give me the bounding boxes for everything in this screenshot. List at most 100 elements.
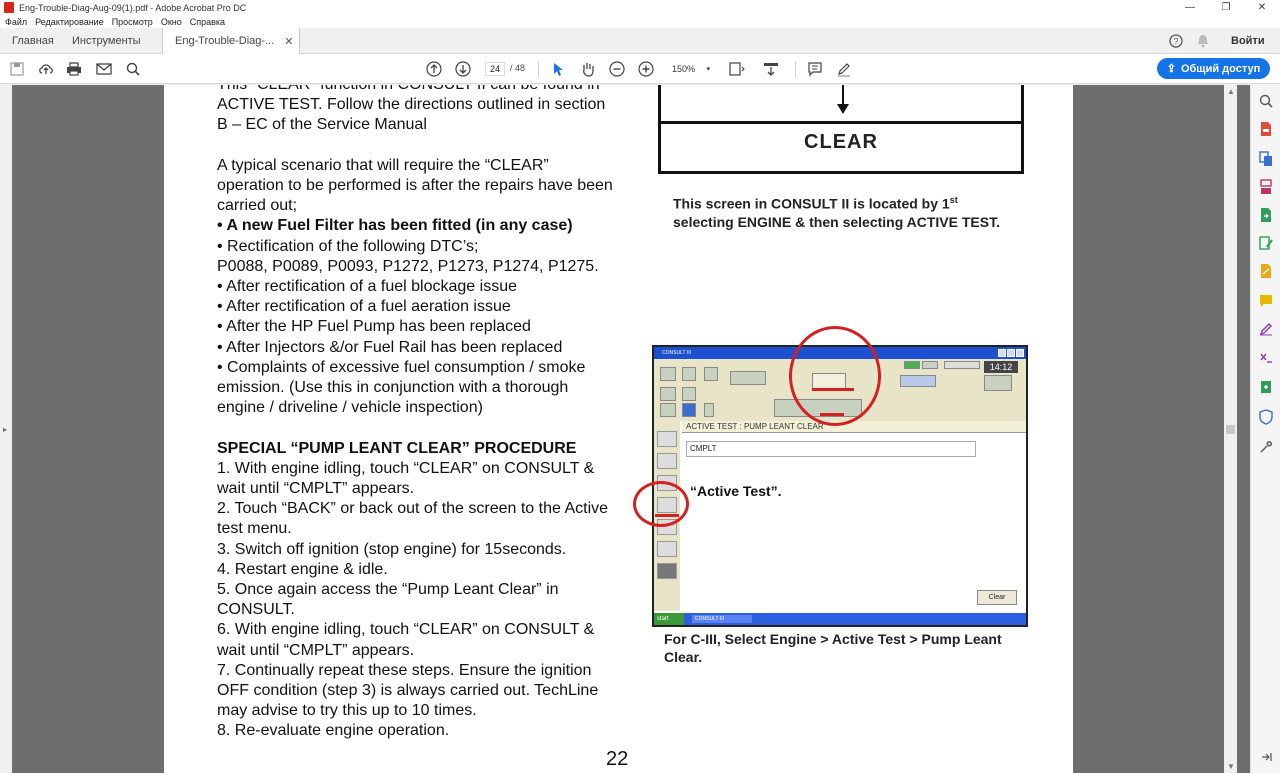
scroll-up-icon[interactable]: ▲ [1227, 87, 1235, 96]
search-icon[interactable] [124, 60, 142, 78]
text-line: P0088, P0089, P0093, P1272, P1273, P1274… [217, 257, 599, 275]
text-line: 6. With engine idling, touch “CLEAR” on … [217, 621, 595, 639]
redact-icon[interactable] [1258, 349, 1274, 365]
select-cursor-icon[interactable] [549, 60, 567, 78]
menu-window[interactable]: Окно [161, 17, 182, 27]
tab-document[interactable]: Eng-Trouble-Diag-... ✕ [162, 28, 301, 54]
comment-icon[interactable] [806, 60, 824, 78]
protect-shield-icon[interactable] [1258, 409, 1274, 425]
diagram-arrow-head [837, 104, 849, 114]
window-controls: — ❐ ✕ [1172, 0, 1280, 15]
organize-pages-icon[interactable] [1258, 179, 1274, 195]
pdf-page: This “CLEAR” function in CONSULT II can … [164, 85, 1073, 773]
next-page-icon[interactable] [454, 60, 472, 78]
text-line: 1. With engine idling, touch “CLEAR” on … [217, 459, 595, 477]
caption-consult-ii: This screen in CONSULT II is located by … [673, 191, 1003, 231]
highlight-circle-top [789, 326, 881, 426]
tab-document-label: Eng-Trouble-Diag-... [175, 35, 275, 47]
optimize-pdf-icon[interactable] [1258, 379, 1274, 395]
sign-pen-icon[interactable] [1258, 321, 1274, 337]
diagram-divider [661, 121, 1021, 124]
page-total: / 48 [510, 63, 526, 73]
text-line: • After rectification of a fuel aeration… [217, 298, 511, 316]
edit-pdf-icon[interactable] [1258, 235, 1274, 251]
expand-left-panel-icon[interactable]: ▸ [3, 425, 7, 434]
maximize-button[interactable]: ❐ [1208, 0, 1244, 15]
zoom-level-select[interactable]: 150% ▾ [664, 62, 712, 76]
minimize-button[interactable]: — [1172, 0, 1208, 15]
help-icon [682, 387, 696, 401]
sign-in-link[interactable]: Войти [1231, 28, 1265, 54]
tab-close-icon[interactable]: ✕ [284, 35, 293, 48]
highlight-pen-icon[interactable] [835, 60, 853, 78]
diagram-arrow-line [842, 85, 844, 106]
comment-tool-icon[interactable] [1258, 293, 1274, 309]
zoom-in-icon[interactable] [637, 60, 655, 78]
page-number: 22 [606, 748, 629, 770]
status-green-icon [904, 361, 920, 369]
taskbar-task: CONSULT III [692, 615, 752, 623]
battery-icon [704, 403, 714, 417]
status-grey-icon [922, 361, 938, 369]
menu-edit[interactable]: Редактирование [35, 17, 104, 27]
caption-consult-ii-b: selecting ENGINE & then selecting ACTIVE… [673, 213, 1000, 230]
combine-files-icon[interactable] [1258, 151, 1274, 167]
zoom-out-icon[interactable] [608, 60, 626, 78]
scroll-down-icon[interactable]: ▼ [1227, 762, 1235, 771]
forward-arrow-icon [704, 367, 718, 381]
sidebar-button [657, 563, 677, 579]
print-icon[interactable] [65, 60, 83, 78]
text-line: • After rectification of a fuel blockage… [217, 278, 517, 296]
text-line: This “CLEAR” function in CONSULT II can … [217, 85, 637, 95]
more-tools-icon[interactable] [1258, 439, 1274, 455]
menu-help[interactable]: Справка [190, 17, 225, 27]
left-panel-toggle[interactable]: ▸ [0, 85, 12, 773]
scroll-mode-icon[interactable] [762, 60, 780, 78]
page-number-input[interactable]: 24 [485, 62, 505, 76]
active-test-banner: ACTIVE TEST : PUMP LEANT CLEAR [682, 421, 1026, 433]
collapse-panel-icon[interactable] [1258, 749, 1274, 765]
upload-cloud-icon[interactable] [37, 60, 55, 78]
sidebar-button [657, 541, 677, 557]
text-line: may advise to try this up to 10 times. [217, 702, 477, 720]
close-window-button[interactable]: ✕ [1244, 0, 1280, 15]
email-icon[interactable] [95, 60, 113, 78]
scrollbar-thumb[interactable] [1226, 425, 1235, 434]
caption-consult-ii-a: This screen in CONSULT II is located by … [673, 195, 950, 212]
hand-tool-icon[interactable] [579, 60, 597, 78]
text-line: engine / driveline / vehicle inspection) [217, 399, 483, 417]
save-icon[interactable] [8, 60, 26, 78]
menu-bar: Файл Редактирование Просмотр Окно Справк… [0, 15, 1280, 28]
right-tools-panel [1250, 85, 1280, 773]
caption-sup: st [949, 195, 958, 205]
sidebar-button [657, 453, 677, 469]
text-line-bold: • A new Fuel Filter has been fitted (in … [217, 217, 573, 235]
export-pdf-icon[interactable] [1258, 207, 1274, 223]
create-pdf-icon[interactable] [1258, 121, 1274, 137]
fill-sign-icon[interactable] [1258, 263, 1274, 279]
status-indicators [944, 361, 980, 369]
vertical-scrollbar[interactable]: ▲ ▼ [1224, 85, 1237, 773]
help-icon[interactable]: ? [1169, 28, 1183, 54]
toolbar-divider [538, 61, 539, 77]
menu-view[interactable]: Просмотр [112, 17, 153, 27]
clear-label: CLEAR [804, 131, 878, 153]
text-line: • Rectification of the following DTC’s; [217, 237, 479, 255]
text-line: • After Injectors &/or Fuel Rail has bee… [217, 338, 563, 356]
share-button[interactable]: ⇪ Общий доступ [1157, 58, 1270, 79]
windows-taskbar: start CONSULT III [654, 613, 1026, 625]
text-line: wait until “CMPLT” appears. [217, 480, 415, 498]
home-icon [660, 367, 676, 381]
previous-page-icon[interactable] [425, 60, 443, 78]
text-line: 4. Restart engine & idle. [217, 560, 388, 578]
notification-bell-icon[interactable] [1197, 28, 1209, 54]
tab-tools[interactable]: Инструменты [72, 28, 141, 54]
page-fit-icon[interactable] [728, 60, 746, 78]
zoom-search-icon[interactable] [1258, 93, 1274, 109]
tab-home[interactable]: Главная [12, 28, 54, 54]
text-line: 3. Switch off ignition (stop engine) for… [217, 540, 567, 558]
toolbar-divider [795, 61, 796, 77]
caption-consult-iii: For C-III, Select Engine > Active Test >… [664, 631, 1002, 665]
menu-file[interactable]: Файл [5, 17, 27, 27]
